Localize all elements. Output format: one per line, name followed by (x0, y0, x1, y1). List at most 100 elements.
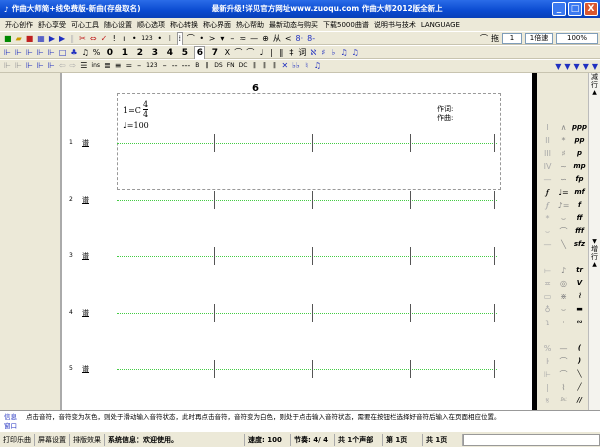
staff-line[interactable] (117, 143, 497, 144)
down-arrow-icon[interactable]: ▼ (555, 61, 561, 73)
composer-label[interactable]: 作曲: (437, 113, 453, 123)
align-icon[interactable]: ☰ (80, 60, 87, 72)
octave-up-icon[interactable]: 8· (296, 33, 304, 45)
mark-button[interactable]: FN (227, 60, 235, 72)
menu-item[interactable]: 可心工具 (71, 19, 99, 31)
voice-e-icon[interactable]: ⊩ (48, 60, 55, 72)
scroll-down-icon[interactable]: ▼ (589, 238, 600, 245)
count-field[interactable]: 1 (502, 33, 522, 44)
mark-button[interactable]: B (194, 60, 200, 72)
mark-button[interactable]: ‖ (261, 60, 267, 72)
zoom-select[interactable]: 100% (556, 33, 598, 44)
tab-print[interactable]: 打印乐曲 (0, 433, 35, 446)
tab-screen-settings[interactable]: 屏幕设置 (35, 433, 70, 446)
key-signature[interactable]: 1=C (123, 106, 141, 115)
tie-icon[interactable]: ⌒ (480, 33, 488, 45)
scroll-up-icon[interactable]: ▲ (589, 261, 600, 268)
symbol-button[interactable]: ♫ (340, 47, 347, 59)
down-arrow-icon[interactable]: ▼ (564, 61, 570, 73)
dot-icon[interactable]: • (157, 33, 163, 45)
mark-button[interactable]: ‖ (204, 60, 210, 72)
tenuto-icon[interactable]: ▾ (219, 33, 225, 45)
voice-b-icon[interactable]: ⊩ (15, 60, 22, 72)
mark-button[interactable]: ✕ (281, 60, 288, 72)
lines-icon[interactable]: ≣ (104, 60, 111, 72)
keyboard-icon[interactable]: ▦ (37, 33, 45, 45)
mark-button[interactable]: ♭♭ (292, 60, 300, 72)
menu-item[interactable]: 舒心享受 (38, 19, 66, 31)
open-icon[interactable]: ▰ (16, 33, 22, 45)
link-icon[interactable]: ⇔ (90, 33, 97, 45)
menu-item[interactable]: 称心界面 (203, 19, 231, 31)
mark-button[interactable]: ♮ (304, 60, 310, 72)
digit-5-button[interactable]: 5 (179, 47, 190, 59)
symbol-button[interactable]: ‖ (278, 47, 284, 59)
symbol-button[interactable]: ⌒ (246, 47, 254, 59)
triplet-icon[interactable]: 123 (141, 33, 152, 45)
menu-item[interactable]: 随心设置 (104, 19, 132, 31)
symbol-button[interactable]: X (224, 47, 230, 59)
rest-icon[interactable]: □ (59, 47, 67, 59)
horizontal-scrollbar[interactable] (463, 433, 600, 446)
row-tag[interactable]: 谱 (82, 308, 89, 318)
symbol-button[interactable]: ♫ (352, 47, 359, 59)
fermata-icon[interactable]: ⌒ (187, 33, 195, 45)
menu-item[interactable]: 下载5000曲谱 (323, 19, 369, 31)
cut-icon[interactable]: ✂ (79, 33, 86, 45)
digit-1-button[interactable]: 1 (119, 47, 130, 59)
down-arrow-icon[interactable]: ▼ (574, 61, 580, 73)
voice4-icon[interactable]: ⊩ (37, 47, 44, 59)
triplet-icon[interactable]: 123 (146, 60, 157, 72)
dash-icon[interactable]: – (162, 60, 168, 72)
voice3-icon[interactable]: ⊩ (26, 47, 33, 59)
dot-low-icon[interactable]: ı (121, 33, 127, 45)
trill-icon[interactable]: ≂ (239, 33, 246, 45)
symbol-button[interactable]: ℵ (310, 47, 316, 59)
palette-col-3[interactable]: ppp pp p mp fp mf f ff fff sfz tr V ⌇ ▬ ∾() ╲ ╱// (571, 121, 588, 407)
symbol-button[interactable]: | (268, 47, 274, 59)
dot-icon[interactable]: • (131, 33, 137, 45)
dash-icon[interactable]: – (229, 33, 235, 45)
dashes3-icon[interactable]: --- (182, 60, 191, 72)
row-tag[interactable]: 谱 (82, 251, 89, 261)
tempo-mark[interactable]: ♩=100 (123, 121, 149, 130)
palette-col-1[interactable]: I II III IV — 𝆑 𝆑 * ⌣ — ⟝ ≖ ▭ ♁ ɿ% ŀ ⊩ | 𝄋 (539, 121, 556, 407)
check-icon[interactable]: ✓ (101, 33, 108, 45)
stop-icon[interactable]: ■ (26, 33, 34, 45)
digit-3-button[interactable]: 3 (149, 47, 160, 59)
menu-item[interactable]: 开心创作 (5, 19, 33, 31)
bar-icon[interactable]: ⁞ (176, 32, 183, 46)
digit-7-button[interactable]: 7 (209, 47, 220, 59)
row-tag[interactable]: 谱 (82, 364, 89, 374)
row-tag[interactable]: 谱 (82, 195, 89, 205)
dashes-icon[interactable]: -- (172, 60, 178, 72)
voice-c-icon[interactable]: ⊩ (26, 60, 33, 72)
digit-2-button[interactable]: 2 (134, 47, 145, 59)
voice1-icon[interactable]: ⊩ (4, 47, 11, 59)
dot-high-icon[interactable]: ! (111, 33, 117, 45)
mark-button[interactable]: ‖ (251, 60, 257, 72)
menu-item[interactable]: 称心转换 (170, 19, 198, 31)
voice-a-icon[interactable]: ⊩ (4, 60, 11, 72)
staff-line[interactable] (117, 313, 497, 314)
symbol-button[interactable]: ♯ (320, 47, 326, 59)
circle-icon[interactable]: ⊕ (262, 33, 269, 45)
ins-icon[interactable]: ins (91, 60, 100, 72)
add-row-tab[interactable]: 增行 (589, 245, 600, 261)
menu-item[interactable]: 热心帮助 (236, 19, 264, 31)
save-icon[interactable]: ■ (4, 33, 12, 45)
equal-icon[interactable]: = (125, 60, 132, 72)
speed-select[interactable]: 1倍速 (525, 33, 553, 44)
symbol-button[interactable]: ♩ (258, 47, 264, 59)
dots-icon[interactable]: ⁝ (167, 33, 173, 45)
lines2-icon[interactable]: ≡ (115, 60, 122, 72)
palette-col-2[interactable]: ∧ * ♯ ~ ∽ ♩= ♪= ⌣ ⌒ ╲ ♪ ◎ ⋇ ⌣ · — ⌒ ⌒ ⌇ 𝄊 (555, 121, 572, 407)
voice-d-icon[interactable]: ⊩ (37, 60, 44, 72)
down-arrow-icon[interactable]: ▼ (592, 61, 598, 73)
symbol-button[interactable]: ⌒ (234, 47, 242, 59)
mark-button[interactable]: DC (239, 60, 248, 72)
digit-6-button[interactable]: 6 (194, 46, 206, 60)
pause-icon[interactable]: ‖ (69, 33, 75, 45)
char-icon[interactable]: 从 (273, 33, 281, 45)
promo-text[interactable]: 最新升级!详见官方网址www.zuoqu.com 作曲大师2012版全新上 (212, 5, 542, 13)
